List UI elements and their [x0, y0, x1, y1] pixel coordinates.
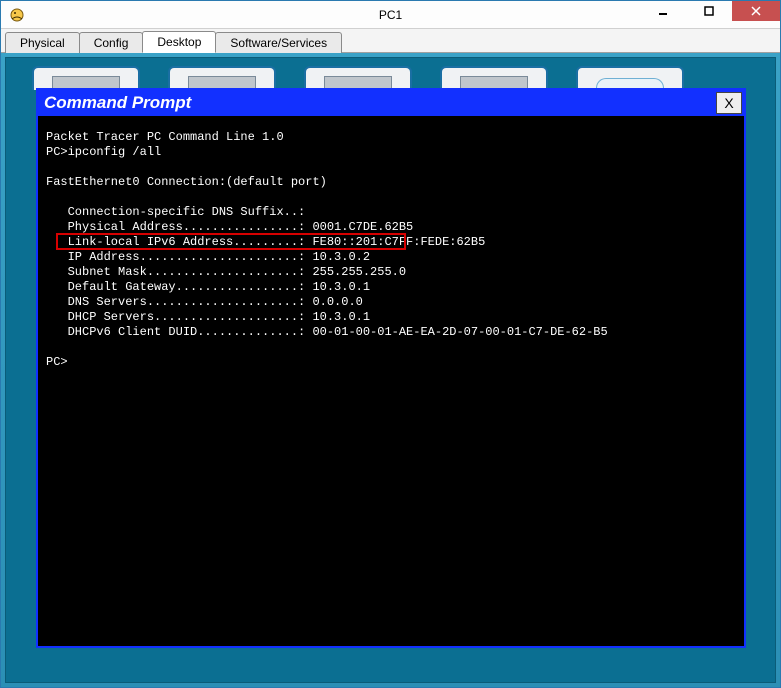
cmd-dns-suffix-line: Connection-specific DNS Suffix..: — [46, 205, 312, 219]
close-button[interactable] — [732, 1, 780, 21]
titlebar: PC1 — [1, 1, 780, 29]
content-area: Command Prompt X Packet Tracer PC Comman… — [1, 53, 780, 687]
cmd-interface-line: FastEthernet0 Connection:(default port) — [46, 175, 327, 189]
command-prompt-body[interactable]: Packet Tracer PC Command Line 1.0 PC>ipc… — [38, 116, 744, 646]
minimize-button[interactable] — [640, 1, 686, 21]
cmd-duid-line: DHCPv6 Client DUID..............: 00-01-… — [46, 325, 608, 339]
app-icon — [9, 7, 25, 23]
cmd-physical-address-line: Physical Address................: 0001.C… — [46, 220, 413, 234]
tab-software[interactable]: Software/Services — [215, 32, 342, 53]
cmd-subnet-line: Subnet Mask.....................: 255.25… — [46, 265, 406, 279]
tab-physical[interactable]: Physical — [5, 32, 80, 53]
cmd-prompt-line: PC> — [46, 355, 68, 369]
desktop-app-2[interactable] — [168, 66, 276, 90]
tab-bar: Physical Config Desktop Software/Service… — [1, 29, 780, 53]
app-window: PC1 Physical Config Desktop Software/Ser… — [0, 0, 781, 688]
desktop-app-1[interactable] — [32, 66, 140, 90]
desktop-icon-row — [6, 62, 775, 90]
command-prompt-window: Command Prompt X Packet Tracer PC Comman… — [36, 88, 746, 648]
cmd-banner-line: Packet Tracer PC Command Line 1.0 — [46, 130, 284, 144]
maximize-button[interactable] — [686, 1, 732, 21]
tab-config[interactable]: Config — [79, 32, 144, 53]
cmd-linklocal-line: Link-local IPv6 Address.........: FE80::… — [46, 235, 485, 249]
window-controls — [640, 1, 780, 28]
cmd-ip-line: IP Address......................: 10.3.0… — [46, 250, 370, 264]
window-title: PC1 — [379, 8, 402, 22]
command-prompt-title: Command Prompt — [44, 93, 191, 113]
desktop-panel: Command Prompt X Packet Tracer PC Comman… — [5, 57, 776, 683]
tab-desktop[interactable]: Desktop — [142, 31, 216, 53]
cmd-command-line: PC>ipconfig /all — [46, 145, 161, 159]
desktop-app-4[interactable] — [440, 66, 548, 90]
desktop-app-5[interactable] — [576, 66, 684, 90]
close-icon-label: X — [724, 95, 733, 111]
command-prompt-close-button[interactable]: X — [716, 92, 742, 114]
cmd-dns-line: DNS Servers.....................: 0.0.0.… — [46, 295, 363, 309]
cmd-dhcp-line: DHCP Servers....................: 10.3.0… — [46, 310, 370, 324]
cmd-gateway-line: Default Gateway.................: 10.3.0… — [46, 280, 370, 294]
command-prompt-titlebar: Command Prompt X — [38, 90, 744, 116]
desktop-app-3[interactable] — [304, 66, 412, 90]
